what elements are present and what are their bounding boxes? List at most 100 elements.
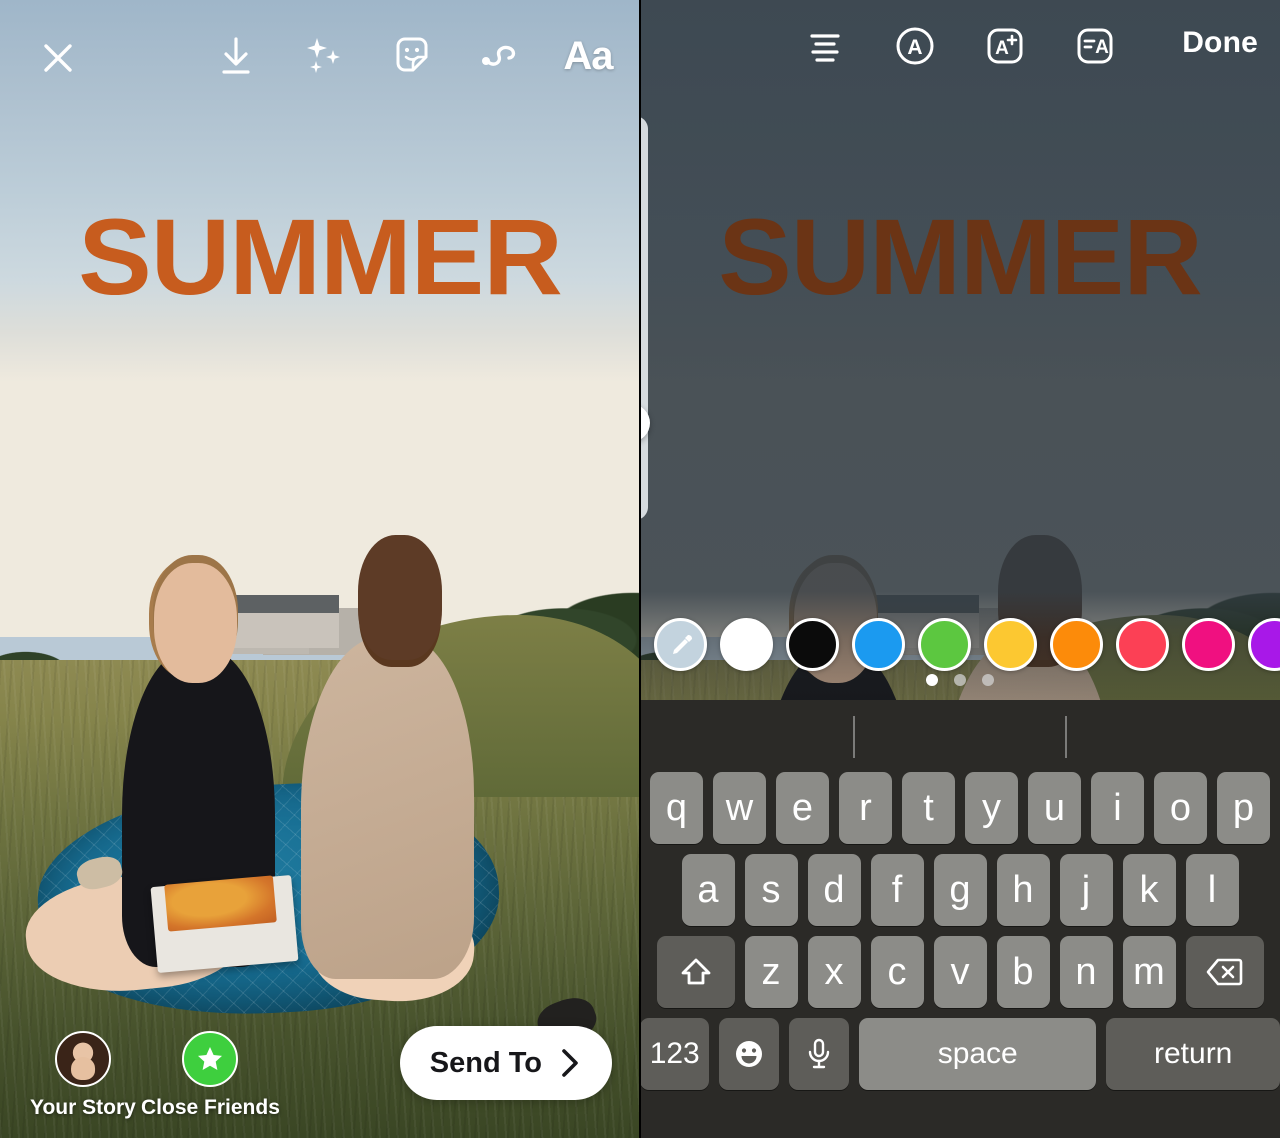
key-e[interactable]: e [776, 772, 829, 844]
return-key[interactable]: return [1106, 1018, 1280, 1090]
color-swatch-white[interactable] [720, 618, 773, 671]
mic-icon [808, 1038, 830, 1069]
text-icon-label: Aa [563, 34, 613, 78]
your-story-label: Your Story [30, 1096, 136, 1119]
stories-editor-screen: SUMMER Aa Your Story Close Friends Send … [0, 0, 1280, 1138]
avatar [54, 1031, 111, 1087]
draw-button[interactable] [474, 30, 526, 82]
key-k[interactable]: k [1122, 854, 1176, 926]
color-swatch-eyedropper[interactable] [654, 618, 707, 671]
panel-divider [639, 0, 641, 1138]
key-t[interactable]: t [902, 772, 955, 844]
text-effects-icon: A [987, 28, 1023, 64]
key-z[interactable]: z [744, 936, 798, 1008]
color-swatch-blue[interactable] [852, 618, 905, 671]
sticker-icon [396, 37, 428, 72]
key-j[interactable]: j [1059, 854, 1113, 926]
color-swatch-orange[interactable] [1050, 618, 1103, 671]
sticker-button[interactable] [386, 30, 438, 82]
on-screen-keyboard: q w e r t y u i o p a s d f g h j k l z … [640, 700, 1280, 1138]
svg-text:A: A [907, 36, 922, 59]
chevron-right-icon [562, 1049, 578, 1077]
save-button[interactable] [210, 30, 262, 82]
key-u[interactable]: u [1028, 772, 1081, 844]
key-r[interactable]: r [839, 772, 892, 844]
text-style-circle-icon: A [896, 27, 934, 65]
key-c[interactable]: c [870, 936, 924, 1008]
text-effects-button[interactable]: A [978, 19, 1032, 73]
keyboard-row-1: q w e r t y u i o p [640, 772, 1280, 844]
key-l[interactable]: l [1185, 854, 1239, 926]
text-button[interactable]: Aa [562, 30, 614, 82]
key-q[interactable]: q [650, 772, 703, 844]
text-align-button[interactable] [798, 19, 852, 73]
save-icon [222, 37, 250, 74]
your-story-button[interactable]: Your Story [30, 1031, 136, 1120]
key-p[interactable]: p [1217, 772, 1270, 844]
right-toolbar: A A A Done [640, 0, 1280, 92]
draw-icon [482, 45, 516, 66]
left-panel-preview: SUMMER Aa Your Story Close Friends Send … [0, 0, 640, 1138]
color-swatch-magenta[interactable] [1182, 618, 1235, 671]
suggestion-separator-2 [1065, 716, 1067, 758]
key-a[interactable]: a [681, 854, 735, 926]
backspace-icon [1206, 958, 1242, 986]
key-i[interactable]: i [1091, 772, 1144, 844]
close-friends-button[interactable]: Close Friends [141, 1031, 280, 1120]
key-f[interactable]: f [870, 854, 924, 926]
key-n[interactable]: n [1059, 936, 1113, 1008]
color-swatch-yellow[interactable] [984, 618, 1037, 671]
color-swatch-purple[interactable] [1248, 618, 1280, 671]
suggestion-separator-1 [853, 716, 855, 758]
story-text-right[interactable]: SUMMER [640, 203, 1280, 311]
page-dot-2[interactable] [954, 674, 966, 686]
font-size-slider-track[interactable] [640, 116, 648, 520]
send-to-button[interactable]: Send To [399, 1026, 612, 1100]
text-align-icon [810, 34, 840, 62]
backspace-key[interactable] [1185, 936, 1264, 1008]
key-s[interactable]: s [744, 854, 798, 926]
key-h[interactable]: h [996, 854, 1050, 926]
key-y[interactable]: y [965, 772, 1018, 844]
svg-text:A: A [1095, 37, 1109, 58]
key-b[interactable]: b [996, 936, 1050, 1008]
close-icon [44, 44, 72, 72]
done-button[interactable]: Done [1182, 26, 1258, 60]
photo-head-right [358, 534, 442, 661]
eyedropper-icon [672, 634, 692, 654]
key-d[interactable]: d [807, 854, 861, 926]
left-toolbar: Aa [0, 0, 640, 118]
color-swatch-green[interactable] [918, 618, 971, 671]
text-style-button[interactable]: A [888, 19, 942, 73]
close-button[interactable] [34, 34, 82, 82]
page-dot-1[interactable] [926, 674, 938, 686]
space-key[interactable]: space [859, 1018, 1097, 1090]
text-highlight-icon: A [1077, 28, 1113, 64]
story-photo [0, 0, 640, 1138]
shift-key[interactable] [656, 936, 735, 1008]
numbers-key[interactable]: 123 [640, 1018, 710, 1090]
key-g[interactable]: g [933, 854, 987, 926]
photo-person-right [300, 637, 474, 979]
color-swatch-black[interactable] [786, 618, 839, 671]
color-swatch-red[interactable] [1116, 618, 1169, 671]
text-highlight-button[interactable]: A [1068, 19, 1122, 73]
photo-pizza [164, 875, 278, 931]
story-text-left[interactable]: SUMMER [0, 203, 640, 311]
key-m[interactable]: m [1122, 936, 1176, 1008]
effects-button[interactable] [298, 30, 350, 82]
emoji-key[interactable] [719, 1018, 780, 1090]
send-to-label: Send To [429, 1046, 542, 1079]
photo-head-left [153, 563, 237, 683]
key-x[interactable]: x [807, 936, 861, 1008]
page-dot-3[interactable] [982, 674, 994, 686]
left-toolbar-actions: Aa [210, 30, 614, 82]
palette-page-dots [640, 674, 1280, 686]
mic-key[interactable] [789, 1018, 850, 1090]
key-v[interactable]: v [933, 936, 987, 1008]
keyboard-suggestion-bar [640, 700, 1280, 772]
key-o[interactable]: o [1154, 772, 1207, 844]
right-panel-text-editor: SUMMER A A A Done q w e r t y u i o p a … [640, 0, 1280, 1138]
key-w[interactable]: w [713, 772, 766, 844]
color-palette [640, 618, 1280, 671]
